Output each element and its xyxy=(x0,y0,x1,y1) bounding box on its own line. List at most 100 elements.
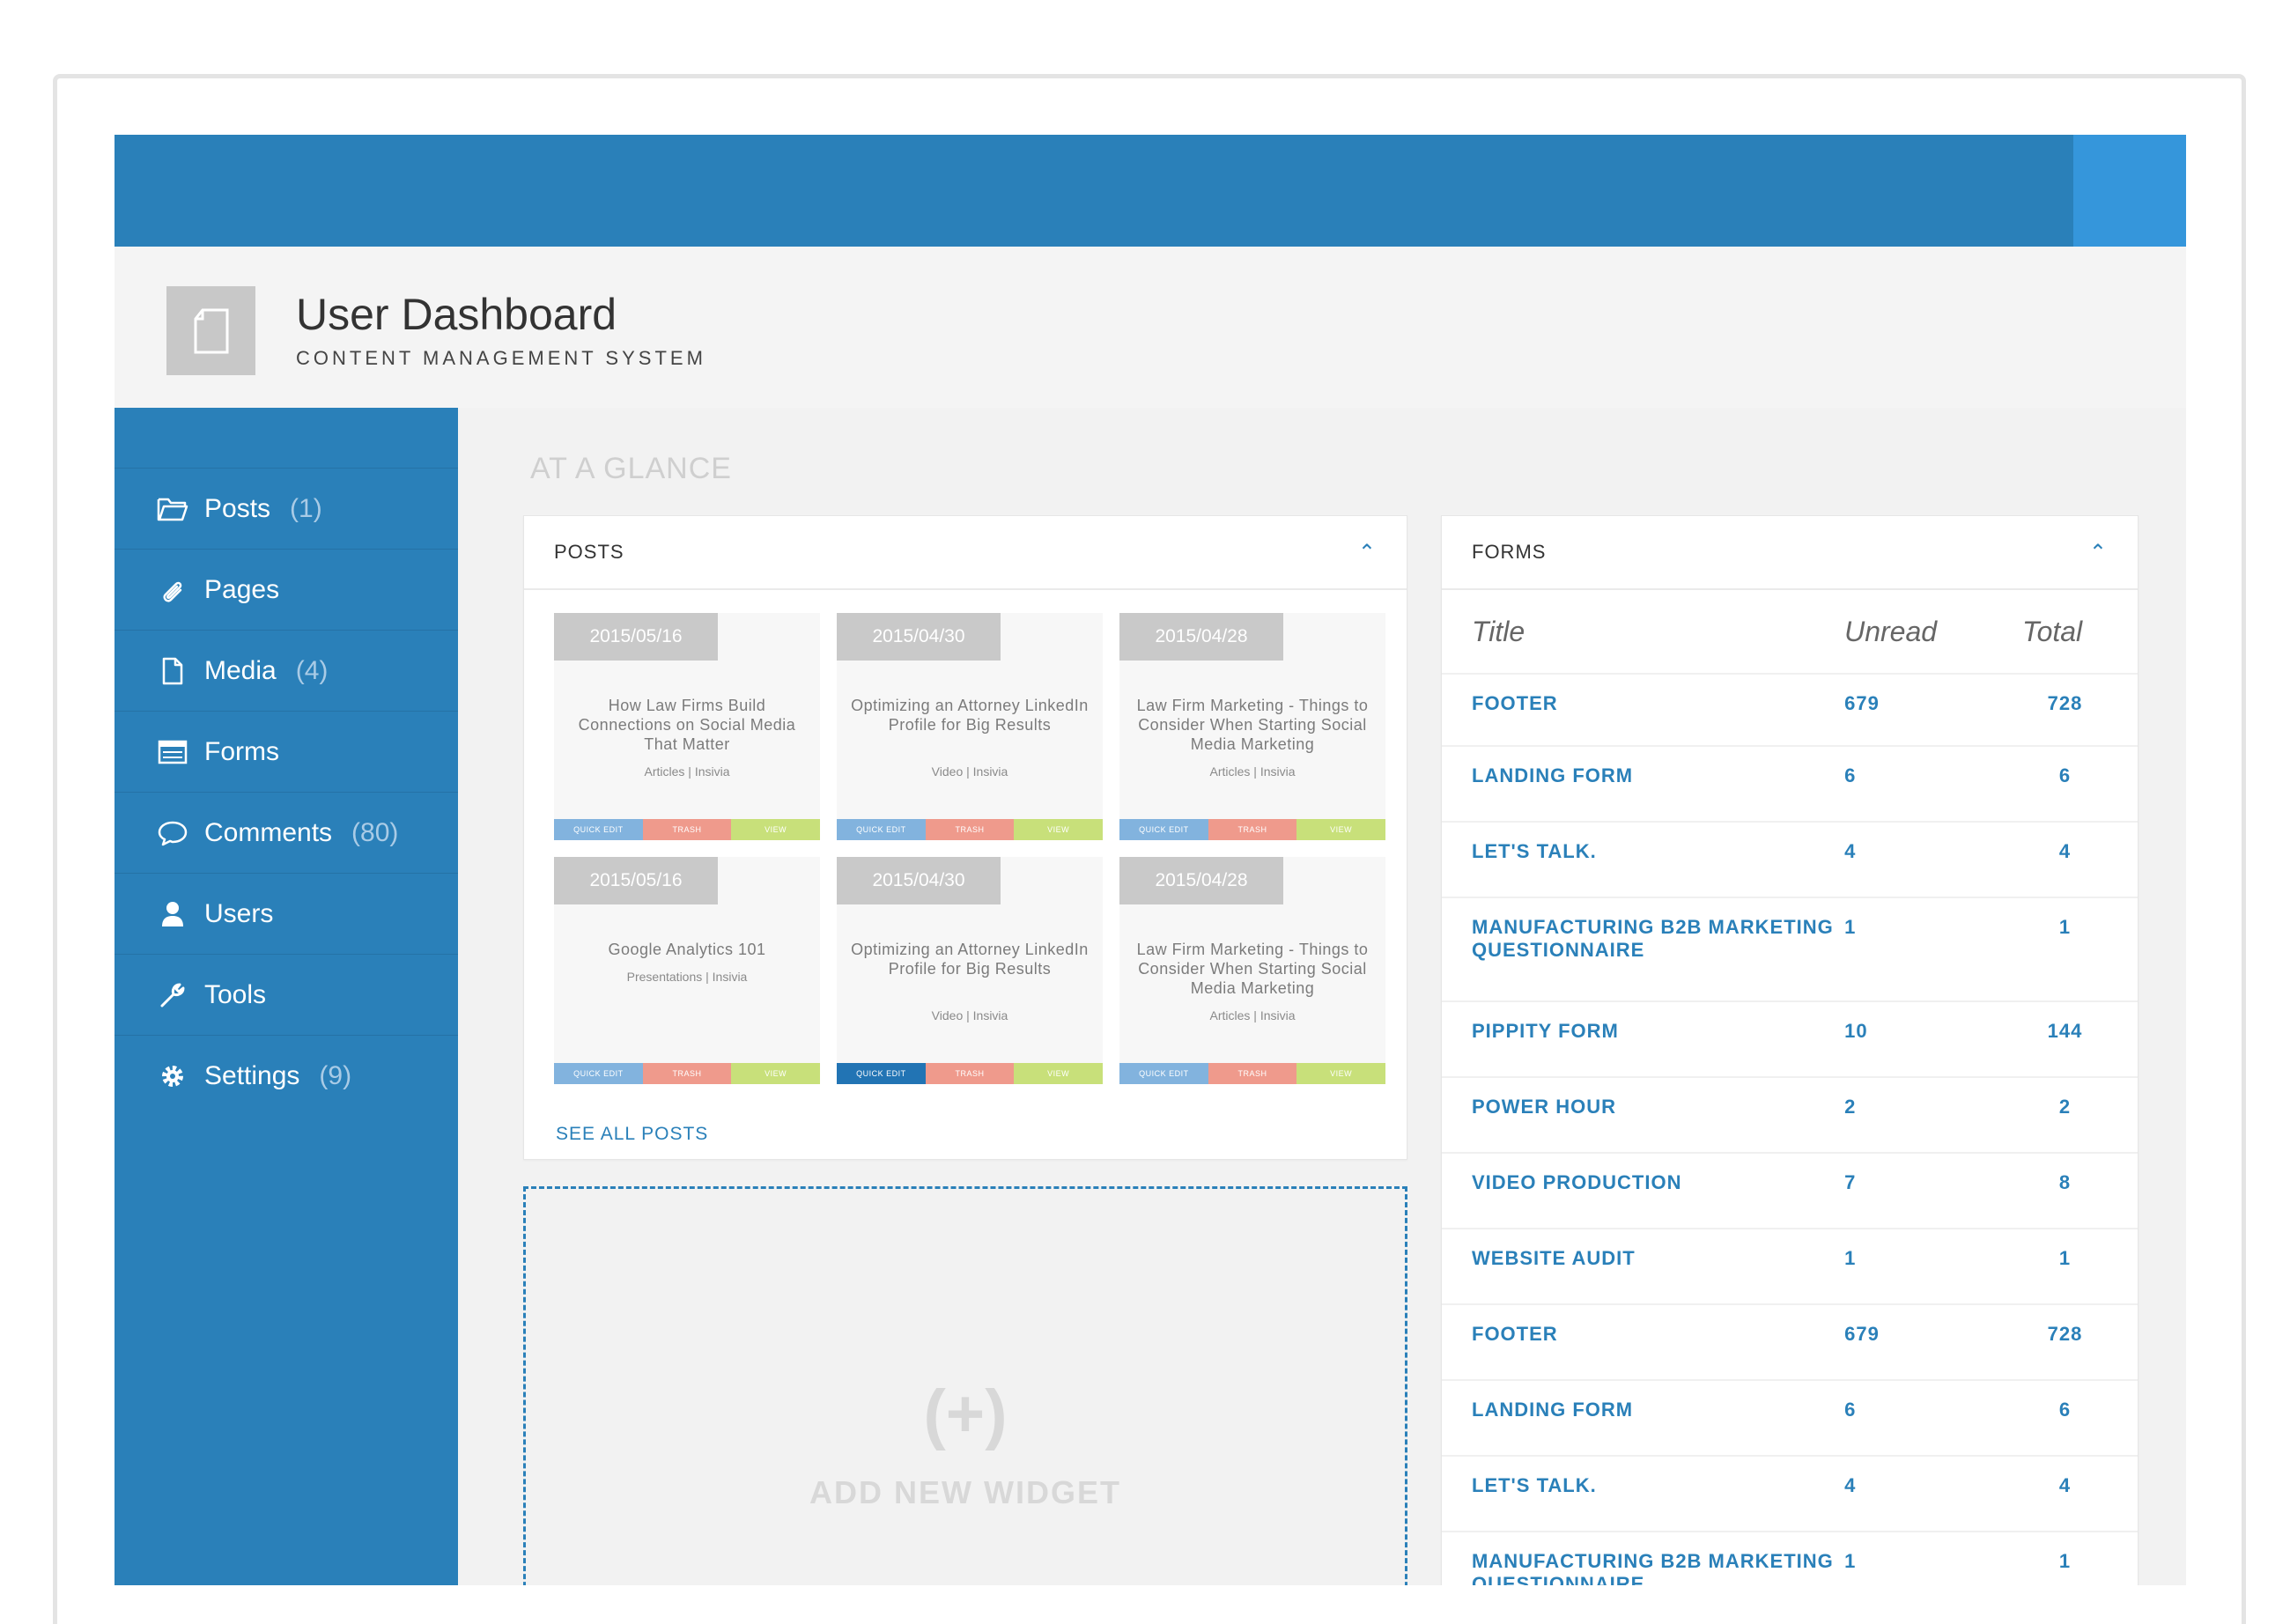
form-unread: 10 xyxy=(1844,1020,1868,1042)
sidebar-item-posts[interactable]: Posts (1) xyxy=(114,468,458,549)
form-title: LANDING FORM xyxy=(1472,1399,1634,1421)
sidebar-item-count: (4) xyxy=(295,655,329,685)
post-title: Optimizing an Attorney LinkedIn Profile … xyxy=(851,941,1089,978)
trash-button[interactable]: TRASH xyxy=(642,1063,732,1084)
table-row[interactable]: LANDING FORM 6 6 xyxy=(1442,1381,2138,1457)
plus-icon: (+) xyxy=(923,1377,1008,1451)
quick-edit-button[interactable]: QUICK EDIT xyxy=(1119,1063,1208,1084)
post-title: Google Analytics 101 xyxy=(608,941,766,958)
form-total: 1 xyxy=(2058,916,2072,938)
page-subtitle: CONTENT MANAGEMENT SYSTEM xyxy=(296,347,706,369)
collapse-forms-icon[interactable]: ⌃ xyxy=(2089,540,2108,565)
document-icon xyxy=(194,308,228,353)
view-button[interactable]: VIEW xyxy=(731,1063,821,1084)
form-title: LET'S TALK. xyxy=(1472,1474,1597,1496)
post-card[interactable]: 2015/04/28 Law Firm Marketing - Things t… xyxy=(1119,857,1386,1084)
page-header: User Dashboard CONTENT MANAGEMENT SYSTEM xyxy=(114,247,2186,408)
post-date: 2015/04/28 xyxy=(1119,857,1283,904)
view-button[interactable]: VIEW xyxy=(731,819,821,840)
form-unread: 1 xyxy=(1844,1550,1857,1572)
sidebar-item-label: Forms xyxy=(204,736,279,766)
collapse-posts-icon[interactable]: ⌃ xyxy=(1358,540,1377,565)
sidebar-item-pages[interactable]: Pages xyxy=(114,549,458,630)
main-content: AT A GLANCE POSTS ⌃ 2015/05/16 How Law F… xyxy=(458,408,2186,1585)
sidebar-item-label: Comments xyxy=(204,817,333,847)
table-row[interactable]: VIDEO PRODUCTION 7 8 xyxy=(1442,1154,2138,1229)
quick-edit-button[interactable]: QUICK EDIT xyxy=(837,1063,926,1084)
form-total: 728 xyxy=(2047,1323,2083,1345)
trash-button[interactable]: TRASH xyxy=(1208,819,1297,840)
view-button[interactable]: VIEW xyxy=(1014,819,1104,840)
forms-table-body: FOOTER 679 728 LANDING FORM 6 6 LET'S TALK. 4… xyxy=(1442,675,2138,1585)
quick-edit-button[interactable]: QUICK EDIT xyxy=(837,819,926,840)
form-total: 6 xyxy=(2058,1399,2072,1421)
table-row[interactable]: MANUFACTURING B2B MARKETING QUESTIONNAIR… xyxy=(1442,1532,2138,1585)
table-row[interactable]: WEBSITE AUDIT 1 1 xyxy=(1442,1229,2138,1305)
see-all-posts-link[interactable]: SEE ALL POSTS xyxy=(556,1124,708,1145)
quick-edit-button[interactable]: QUICK EDIT xyxy=(554,819,643,840)
post-card[interactable]: 2015/05/16 How Law Firms Build Connectio… xyxy=(554,613,821,840)
post-card[interactable]: 2015/04/28 Law Firm Marketing - Things t… xyxy=(1119,613,1386,840)
post-actions: QUICK EDIT TRASH VIEW xyxy=(554,1063,821,1084)
trash-button[interactable]: TRASH xyxy=(1208,1063,1297,1084)
form-unread: 2 xyxy=(1844,1096,1857,1118)
trash-button[interactable]: TRASH xyxy=(925,819,1015,840)
form-title: MANUFACTURING B2B MARKETING QUESTIONNAIR… xyxy=(1472,916,1834,961)
post-card[interactable]: 2015/04/30 Optimizing an Attorney Linked… xyxy=(837,613,1104,840)
add-new-widget[interactable]: (+) ADD NEW WIDGET xyxy=(523,1186,1407,1585)
sidebar: Posts (1) Pages Media (4) Forms Comments… xyxy=(114,408,458,1585)
user-icon xyxy=(157,898,188,930)
quick-edit-button[interactable]: QUICK EDIT xyxy=(1119,819,1208,840)
forms-panel-title: FORMS xyxy=(1472,541,1547,563)
view-button[interactable]: VIEW xyxy=(1014,1063,1104,1084)
sidebar-item-media[interactable]: Media (4) xyxy=(114,630,458,711)
form-total: 2 xyxy=(2058,1096,2072,1118)
post-title: How Law Firms Build Connections on Socia… xyxy=(578,697,796,753)
post-meta: Articles | Insivia xyxy=(644,764,730,779)
post-meta: Presentations | Insivia xyxy=(626,970,748,984)
form-total: 144 xyxy=(2047,1020,2083,1042)
post-card[interactable]: 2015/05/16 Google Analytics 101 Presenta… xyxy=(554,857,821,1084)
form-title: FOOTER xyxy=(1472,692,1558,714)
forms-table-header: Title Unread Total xyxy=(1442,590,2138,675)
sidebar-item-forms[interactable]: Forms xyxy=(114,711,458,792)
table-row[interactable]: PIPPITY FORM 10 144 xyxy=(1442,1002,2138,1078)
post-title: Law Firm Marketing - Things to Consider … xyxy=(1136,941,1369,997)
post-meta: Video | Insivia xyxy=(931,764,1008,779)
post-card[interactable]: 2015/04/30 Optimizing an Attorney Linked… xyxy=(837,857,1104,1084)
form-unread: 6 xyxy=(1844,764,1857,786)
gear-icon xyxy=(157,1060,188,1092)
forms-panel-header: FORMS ⌃ xyxy=(1442,516,2138,590)
view-button[interactable]: VIEW xyxy=(1296,1063,1386,1084)
view-button[interactable]: VIEW xyxy=(1296,819,1386,840)
form-unread: 1 xyxy=(1844,916,1857,938)
form-total: 728 xyxy=(2047,692,2083,714)
sidebar-item-comments[interactable]: Comments (80) xyxy=(114,792,458,873)
form-total: 1 xyxy=(2058,1247,2072,1269)
table-row[interactable]: FOOTER 679 728 xyxy=(1442,675,2138,747)
sidebar-item-tools[interactable]: Tools xyxy=(114,954,458,1035)
table-row[interactable]: LET'S TALK. 4 4 xyxy=(1442,823,2138,898)
sidebar-item-label: Tools xyxy=(204,979,267,1009)
trash-button[interactable]: TRASH xyxy=(642,819,732,840)
form-unread: 679 xyxy=(1844,692,1880,714)
table-row[interactable]: LET'S TALK. 4 4 xyxy=(1442,1457,2138,1532)
post-date: 2015/04/30 xyxy=(837,613,1001,661)
post-actions: QUICK EDIT TRASH VIEW xyxy=(837,1063,1104,1084)
table-row[interactable]: MANUFACTURING B2B MARKETING QUESTIONNAIR… xyxy=(1442,898,2138,1002)
column-total: Total xyxy=(2021,615,2083,647)
quick-edit-button[interactable]: QUICK EDIT xyxy=(554,1063,643,1084)
sidebar-item-settings[interactable]: Settings (9) xyxy=(114,1035,458,1116)
table-row[interactable]: FOOTER 679 728 xyxy=(1442,1305,2138,1381)
forms-panel: FORMS ⌃ Title Unread Total FOOTER 679 728 … xyxy=(1441,515,2139,1585)
comment-icon xyxy=(157,817,188,849)
table-row[interactable]: LANDING FORM 6 6 xyxy=(1442,747,2138,823)
sidebar-item-label: Media xyxy=(204,655,277,685)
post-title: Law Firm Marketing - Things to Consider … xyxy=(1136,697,1369,753)
sidebar-item-users[interactable]: Users xyxy=(114,873,458,954)
post-date: 2015/05/16 xyxy=(554,613,718,661)
trash-button[interactable]: TRASH xyxy=(925,1063,1015,1084)
table-row[interactable]: POWER HOUR 2 2 xyxy=(1442,1078,2138,1154)
logo xyxy=(166,286,255,375)
form-title: PIPPITY FORM xyxy=(1472,1020,1619,1042)
